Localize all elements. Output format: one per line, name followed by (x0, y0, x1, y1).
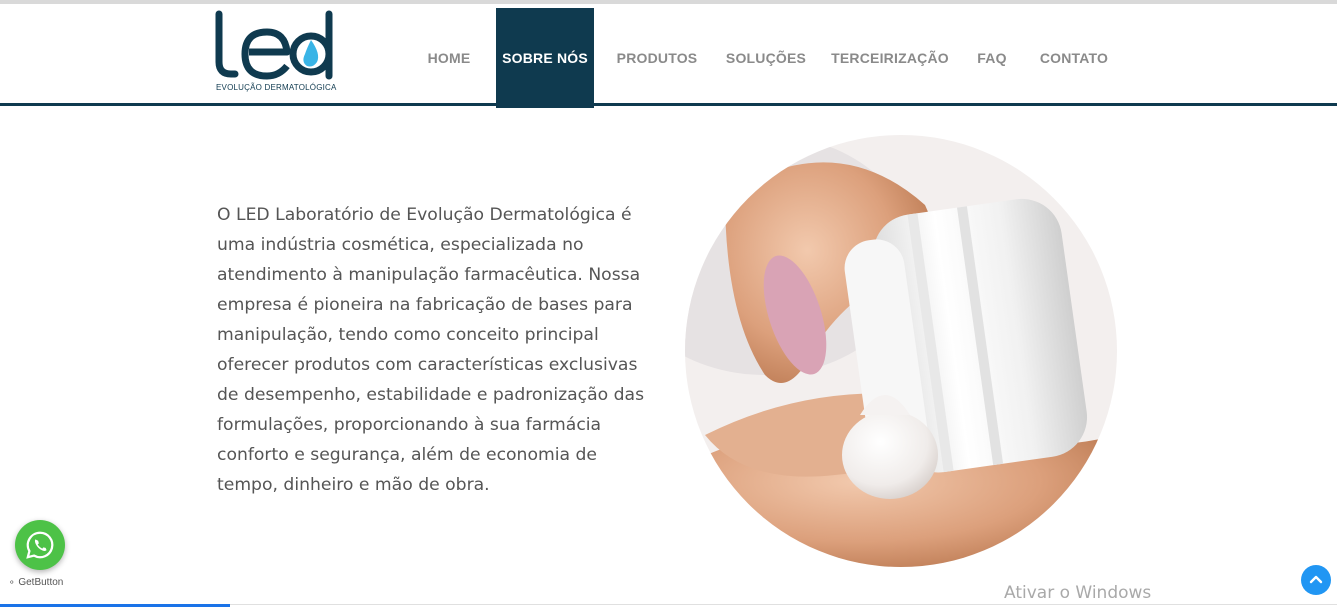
getbutton-icon: ⚬ (8, 577, 16, 587)
logo-tagline: EVOLUÇÃO DERMATOLÓGICA (216, 83, 337, 92)
scroll-to-top-button[interactable] (1301, 565, 1331, 595)
nav-faq[interactable]: FAQ (970, 8, 1014, 108)
nav-solucoes[interactable]: SOLUÇÕES (722, 8, 810, 108)
logo-wordmark (215, 10, 333, 80)
getbutton-credit[interactable]: ⚬ GetButton (8, 577, 63, 588)
site-header: EVOLUÇÃO DERMATOLÓGICA HOME SOBRE NÓS PR… (0, 4, 1337, 108)
nav-home[interactable]: HOME (420, 8, 478, 108)
header-divider (0, 103, 1337, 106)
nav-produtos[interactable]: PRODUTOS (612, 8, 702, 108)
cream-bottle-illustration (685, 135, 1117, 567)
getbutton-label: GetButton (18, 577, 64, 588)
windows-activation-watermark: Ativar o Windows (1004, 583, 1152, 603)
brand-logo[interactable]: EVOLUÇÃO DERMATOLÓGICA (215, 10, 337, 96)
arrow-up-icon (1309, 575, 1323, 584)
nav-contato[interactable]: CONTATO (1034, 8, 1114, 108)
nav-terceirizacao[interactable]: TERCEIRIZAÇÃO (830, 8, 950, 108)
nav-sobre-nos[interactable]: SOBRE NÓS (496, 8, 594, 108)
about-paragraph: O LED Laboratório de Evolução Dermatológ… (217, 205, 645, 495)
whatsapp-icon (26, 531, 54, 559)
whatsapp-button[interactable] (15, 520, 65, 570)
product-photo (685, 135, 1117, 567)
